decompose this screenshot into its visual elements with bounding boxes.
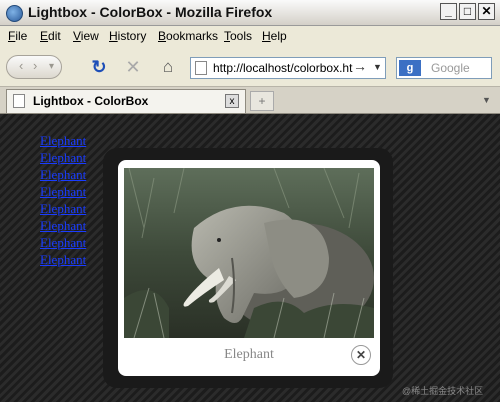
forward-button[interactable]: ›	[33, 58, 37, 73]
elephant-photo	[124, 168, 374, 338]
menu-help[interactable]: Help	[262, 29, 287, 43]
lightbox-caption: Elephant	[224, 347, 274, 362]
elephant-link[interactable]: Elephant	[40, 251, 86, 268]
url-text[interactable]: http://localhost/colorbox.ht	[213, 61, 352, 75]
stop-button[interactable]: ✕	[122, 56, 144, 78]
link-list: Elephant Elephant Elephant Elephant Elep…	[40, 132, 86, 268]
close-window-button[interactable]: ✕	[478, 3, 495, 20]
menu-edit-label: dit	[48, 29, 61, 43]
menu-view[interactable]: View	[73, 29, 99, 43]
back-button[interactable]: ‹	[19, 58, 23, 73]
elephant-link[interactable]: Elephant	[40, 183, 86, 200]
title-bar: Lightbox - ColorBox - Mozilla Firefox _ …	[0, 0, 500, 26]
menu-bookmarks-label: ookmarks	[166, 29, 219, 43]
menu-help-mnemonic: H	[262, 29, 271, 43]
menu-view-mnemonic: V	[73, 29, 81, 43]
search-bar[interactable]: g Google	[396, 57, 492, 79]
elephant-link[interactable]: Elephant	[40, 200, 86, 217]
history-dropdown-icon[interactable]: ▾	[49, 61, 54, 72]
url-dropdown-icon[interactable]: ▼	[373, 62, 382, 72]
maximize-button[interactable]: □	[459, 3, 476, 20]
menu-file-label: ile	[15, 29, 28, 43]
search-placeholder: Google	[431, 61, 470, 75]
elephant-link[interactable]: Elephant	[40, 166, 86, 183]
elephant-link[interactable]: Elephant	[40, 217, 86, 234]
elephant-link[interactable]: Elephant	[40, 234, 86, 251]
reload-button[interactable]: ↻	[88, 56, 110, 78]
google-engine-icon[interactable]: g	[399, 60, 421, 76]
tab-label: Lightbox - ColorBox	[33, 94, 149, 108]
firefox-icon	[6, 5, 23, 22]
window-title: Lightbox - ColorBox - Mozilla Firefox	[28, 4, 273, 20]
minimize-button[interactable]: _	[440, 3, 457, 20]
tab-lightbox-colorbox[interactable]: Lightbox - ColorBox x	[6, 89, 246, 113]
url-bar[interactable]: http://localhost/colorbox.ht → ▼	[190, 57, 386, 79]
menu-tools[interactable]: Tools	[224, 29, 252, 43]
menu-tools-label: ools	[230, 29, 253, 43]
menu-history-label: istory	[117, 29, 147, 43]
new-tab-button[interactable]: +	[250, 91, 274, 111]
tab-favicon-icon	[13, 94, 25, 108]
page-favicon-icon	[195, 61, 207, 75]
elephant-link[interactable]: Elephant	[40, 132, 86, 149]
menu-help-label: elp	[270, 29, 287, 43]
menu-history[interactable]: History	[109, 29, 146, 43]
go-arrow-icon[interactable]: →	[353, 58, 367, 74]
tab-bar: Lightbox - ColorBox x + ▼	[0, 87, 500, 114]
menu-file[interactable]: File	[8, 29, 27, 43]
menu-bar: File Edit View History Bookmarks Tools H…	[0, 26, 500, 46]
home-button[interactable]: ⌂	[157, 56, 179, 78]
tab-close-icon[interactable]: x	[225, 94, 239, 108]
tab-list-icon[interactable]: ▼	[482, 95, 491, 105]
elephant-link[interactable]: Elephant	[40, 149, 86, 166]
menu-bookmarks[interactable]: Bookmarks	[158, 29, 218, 43]
lightbox-close-button[interactable]: ✕	[351, 345, 371, 365]
menu-bookmarks-mnemonic: B	[158, 29, 167, 43]
back-forward-group: ‹ › ▾	[6, 55, 62, 79]
menu-history-mnemonic: H	[109, 29, 118, 43]
menu-edit-mnemonic: E	[40, 29, 49, 43]
elephant-image	[124, 168, 374, 338]
browser-window: Lightbox - ColorBox - Mozilla Firefox _ …	[0, 0, 500, 402]
menu-edit[interactable]: Edit	[40, 29, 61, 43]
watermark: @稀土掘金技术社区	[402, 386, 484, 396]
menu-view-label: iew	[80, 29, 99, 43]
navigation-toolbar: ‹ › ▾ ↻ ✕ ⌂ http://localhost/colorbox.ht…	[0, 48, 500, 87]
